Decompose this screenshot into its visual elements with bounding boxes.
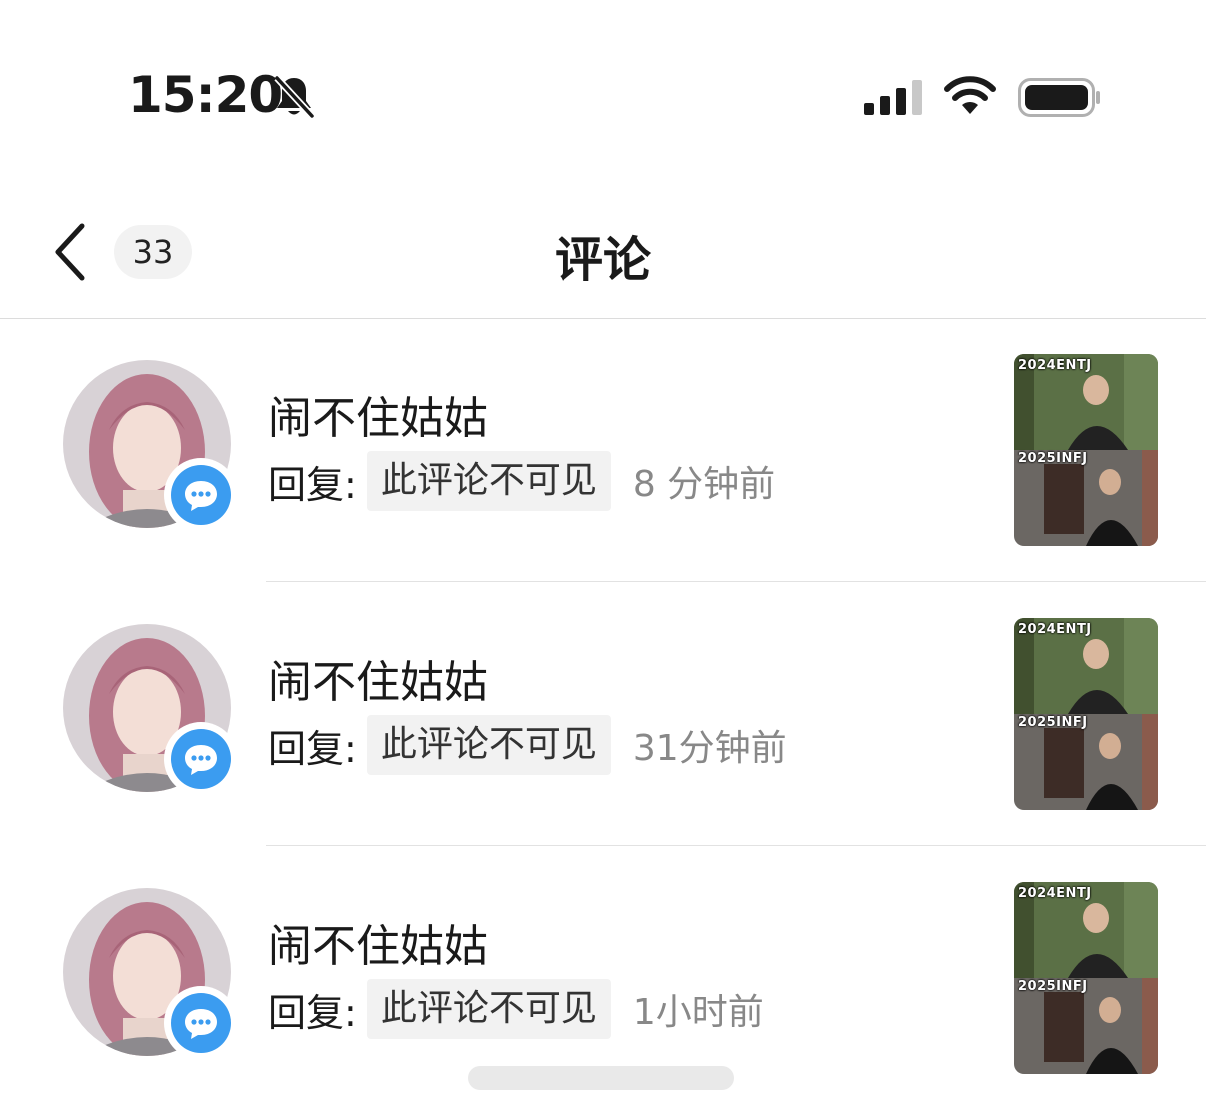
post-thumbnail[interactable]: 2024ENTJ 2025INFJ — [1014, 354, 1158, 546]
reply-content[interactable]: 此评论不可见 — [366, 979, 611, 1039]
reply-line: 回复: 此评论不可见 8 分钟前 — [268, 451, 775, 511]
bell-slash-icon — [274, 75, 315, 119]
reply-label: 回复: — [268, 726, 357, 771]
thumb-top-label: 2024ENTJ — [1018, 358, 1092, 373]
timestamp: 1小时前 — [632, 992, 764, 1033]
reply-label: 回复: — [268, 990, 357, 1035]
status-time: 15:20 — [128, 66, 283, 124]
reply-line: 回复: 此评论不可见 31分钟前 — [268, 715, 787, 775]
thumb-bottom-label: 2025INFJ — [1018, 715, 1088, 730]
username[interactable]: 闹不住姑姑 — [268, 910, 488, 974]
status-bar: 15:20 — [0, 0, 1206, 190]
wifi-icon — [944, 76, 996, 114]
thumb-bottom-label: 2025INFJ — [1018, 979, 1088, 994]
nav-bar: 33 评论 — [0, 190, 1206, 319]
list-item[interactable]: 闹不住姑姑 回复: 此评论不可见 8 分钟前 2024ENTJ 2025INFJ — [0, 318, 1206, 582]
reply-content[interactable]: 此评论不可见 — [366, 715, 611, 775]
page-title: 评论 — [554, 232, 651, 288]
home-indicator[interactable] — [468, 1066, 734, 1090]
reply-label: 回复: — [268, 462, 357, 507]
thumb-bottom-label: 2025INFJ — [1018, 451, 1088, 466]
comment-bubble-icon — [164, 986, 238, 1060]
reply-line: 回复: 此评论不可见 1小时前 — [268, 979, 764, 1039]
cellular-signal-icon — [864, 80, 922, 115]
comment-bubble-icon — [164, 722, 238, 796]
timestamp: 8 分钟前 — [632, 464, 776, 505]
post-thumbnail[interactable]: 2024ENTJ 2025INFJ — [1014, 882, 1158, 1074]
username[interactable]: 闹不住姑姑 — [268, 646, 488, 710]
reply-content[interactable]: 此评论不可见 — [366, 451, 611, 511]
username[interactable]: 闹不住姑姑 — [268, 382, 488, 446]
list-item[interactable]: 闹不住姑姑 回复: 此评论不可见 31分钟前 2024ENTJ 2025INFJ — [0, 582, 1206, 846]
thumb-top-label: 2024ENTJ — [1018, 886, 1092, 901]
battery-icon — [1018, 78, 1100, 117]
post-thumbnail[interactable]: 2024ENTJ 2025INFJ — [1014, 618, 1158, 810]
comment-bubble-icon — [164, 458, 238, 532]
thumb-top-label: 2024ENTJ — [1018, 622, 1092, 637]
timestamp: 31分钟前 — [632, 728, 787, 769]
